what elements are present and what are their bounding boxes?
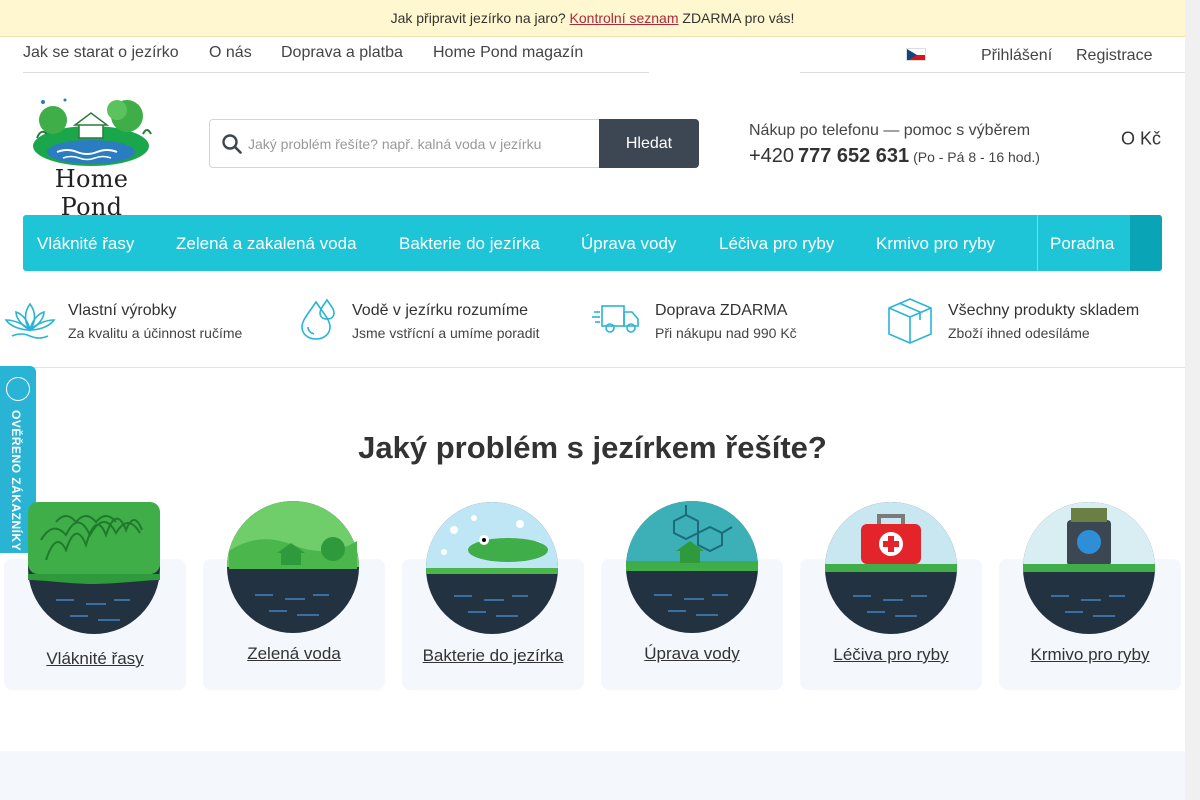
nav-item-algae[interactable]: Vláknité řasy xyxy=(37,234,139,254)
category-label: Bakterie do jezírka xyxy=(422,646,564,665)
logo-mark-icon xyxy=(33,98,152,166)
login-label: Přihlášení xyxy=(981,47,1053,64)
logo-name: Home Pond xyxy=(54,165,129,221)
czech-flag-icon[interactable] xyxy=(906,48,926,61)
top-navigation: Jak se starat o jezírko O nás Doprava a … xyxy=(23,44,649,73)
register-link[interactable]: Registrace xyxy=(1076,47,1152,65)
benefit-title: Vlastní výrobky xyxy=(68,302,177,319)
benefit-title: Všechny produkty skladem xyxy=(948,302,1140,319)
category-label: Úprava vody xyxy=(644,644,740,663)
category-label: Léčiva pro ryby xyxy=(833,645,949,664)
register-label: Registrace xyxy=(1076,47,1153,64)
algae-icon xyxy=(28,502,160,634)
account-bar: Přihlášení Registrace xyxy=(800,46,1200,73)
box-icon xyxy=(888,298,932,344)
nav-item-advice[interactable]: Poradna xyxy=(1037,215,1130,271)
nav-item-fish-medicine[interactable]: Léčiva pro ryby xyxy=(719,234,839,254)
nav-more-icon[interactable] xyxy=(1130,215,1162,271)
search-box: Hledat xyxy=(209,119,699,168)
benefit-subtitle: Jsme vstřícní a umíme poradit xyxy=(352,325,540,341)
home-pond-logo[interactable]: Home Pond xyxy=(23,94,160,221)
footer-band xyxy=(0,751,1185,800)
banner-text: Jak připravit jezírko na jaro? xyxy=(390,10,566,26)
benefit-title: Vodě v jezírku rozumíme xyxy=(352,302,529,319)
benefit-subtitle: Za kvalitu a účinnost ručíme xyxy=(68,325,243,341)
delivery-truck-icon xyxy=(592,305,639,333)
checklist-link[interactable]: Kontrolní seznam xyxy=(570,10,679,26)
lotus-icon xyxy=(4,302,56,339)
search-button[interactable]: Hledat xyxy=(599,119,699,168)
category-label: Vláknité řasy xyxy=(46,649,144,668)
main-category-nav: Vláknité řasy Zelená a zakalená voda Bak… xyxy=(23,215,1162,271)
cart-button[interactable]: O Kč xyxy=(1121,124,1161,155)
fish-food-icon xyxy=(1023,502,1155,634)
banner-text-free: ZDARMA pro vás! xyxy=(682,10,795,26)
phone-number[interactable]: 777 652 631 xyxy=(798,145,909,167)
topnav-item-magazine[interactable]: Home Pond magazín xyxy=(433,44,583,62)
announcement-banner: Jak připravit jezírko na jaro? Kontrolní… xyxy=(0,0,1185,37)
topnav-item-about[interactable]: O nás xyxy=(209,44,252,62)
phone-title: Nákup po telefonu — pomoc s výběrem xyxy=(749,122,1031,139)
green-water-icon xyxy=(227,501,359,633)
search-input[interactable] xyxy=(248,132,588,156)
page-scrollbar[interactable] xyxy=(1185,0,1200,800)
benefit-subtitle: Při nákupu nad 990 Kč xyxy=(655,325,797,341)
water-treatment-icon xyxy=(626,501,758,633)
nav-item-water-treatment[interactable]: Úprava vody xyxy=(581,234,681,254)
login-link[interactable]: Přihlášení xyxy=(981,47,1052,65)
benefit-subtitle: Zboží ihned odesíláme xyxy=(948,325,1090,341)
verified-seal-icon xyxy=(6,377,30,401)
topnav-item-shipping[interactable]: Doprava a platba xyxy=(281,44,403,62)
benefit-title: Doprava ZDARMA xyxy=(655,302,788,319)
category-label: Zelená voda xyxy=(247,644,341,663)
nav-item-bacteria[interactable]: Bakterie do jezírka xyxy=(399,234,545,254)
banner-message: Jak připravit jezírko na jaro? Kontrolní… xyxy=(0,10,1185,26)
benefits-bar: Vlastní výrobky Za kvalitu a účinnost ru… xyxy=(0,290,1185,368)
phone-hours: (Po - Pá 8 - 16 hod.) xyxy=(913,149,1040,165)
cart-total: O Kč xyxy=(1120,128,1161,149)
phone-prefix: +420 xyxy=(749,145,795,167)
topnav-item-care[interactable]: Jak se starat o jezírko xyxy=(23,44,179,62)
nav-item-fish-food[interactable]: Krmivo pro ryby xyxy=(876,234,1000,254)
phone-contact: Nákup po telefonu — pomoc s výběrem +420… xyxy=(749,122,1099,168)
section-title: Jaký problém s jezírkem řešíte? xyxy=(358,430,827,465)
water-drops-icon xyxy=(301,298,335,340)
bacteria-icon xyxy=(426,502,558,634)
medicine-icon xyxy=(825,502,957,634)
search-icon xyxy=(222,134,242,154)
category-label: Krmivo pro ryby xyxy=(1030,645,1150,664)
nav-item-green-water[interactable]: Zelená a zakalená voda xyxy=(176,234,362,254)
